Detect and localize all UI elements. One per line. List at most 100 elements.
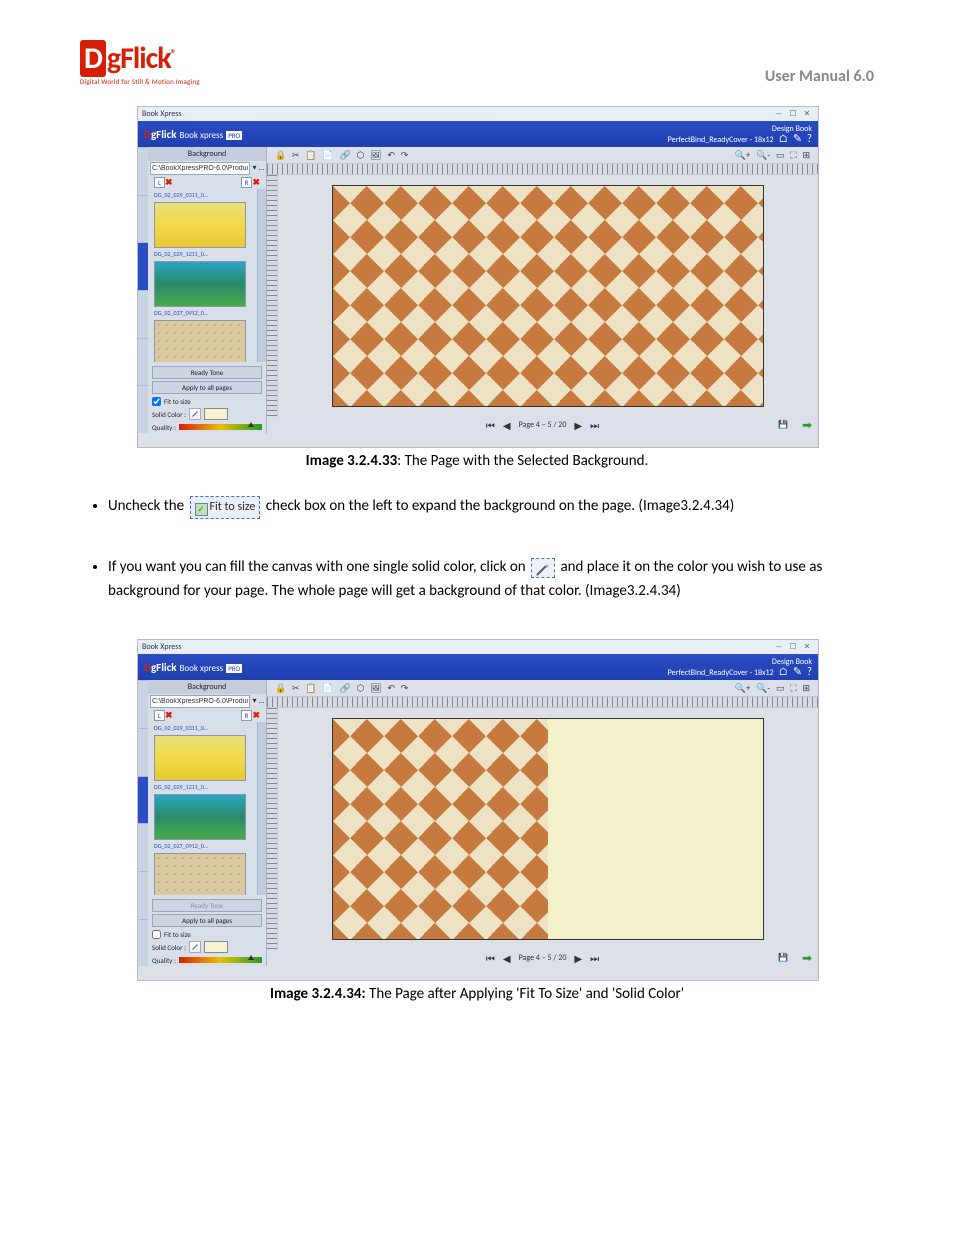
apply-all-button[interactable]: Apply to all pages bbox=[152, 381, 262, 394]
minimize-icon[interactable]: — bbox=[772, 642, 786, 652]
thumbnail-item[interactable] bbox=[154, 261, 246, 307]
canvas-area[interactable] bbox=[278, 708, 818, 950]
zoom-in-icon[interactable]: 🔍+ bbox=[735, 150, 751, 161]
left-page-chip[interactable]: L bbox=[154, 177, 165, 188]
tool-icon[interactable]: ✂ bbox=[292, 150, 300, 161]
redo-icon[interactable]: ↷ bbox=[401, 683, 409, 694]
zoom-out-icon[interactable]: 🔍- bbox=[756, 683, 770, 694]
zoom-out-icon[interactable]: 🔍- bbox=[756, 150, 770, 161]
apply-all-button[interactable]: Apply to all pages bbox=[152, 914, 262, 927]
window-controls[interactable]: —☐✕ bbox=[772, 642, 814, 652]
tool-icon[interactable]: ⬡ bbox=[356, 150, 364, 161]
tab-layout[interactable] bbox=[138, 680, 148, 728]
thumbnail-item[interactable] bbox=[154, 794, 246, 840]
fit-to-size-checkbox[interactable] bbox=[152, 930, 161, 939]
tab-title[interactable] bbox=[138, 385, 148, 433]
fit-to-size-checkbox[interactable] bbox=[152, 397, 161, 406]
close-icon[interactable]: ✕ bbox=[800, 109, 814, 119]
tool-icon[interactable]: 🔒 bbox=[275, 683, 286, 694]
color-swatch[interactable] bbox=[204, 941, 228, 953]
next-page-icon[interactable]: ▶ bbox=[574, 952, 582, 965]
path-input[interactable] bbox=[150, 162, 250, 175]
thumbnail-item[interactable] bbox=[154, 202, 246, 248]
tool-icon[interactable]: 📄 bbox=[322, 683, 333, 694]
thumbnail-item[interactable] bbox=[154, 320, 246, 362]
ready-tone-button[interactable]: Ready Tone bbox=[152, 899, 262, 912]
clear-right-icon[interactable]: ✖ bbox=[252, 710, 260, 721]
thumbnail-item[interactable] bbox=[154, 735, 246, 781]
home-icon[interactable]: ⌂ bbox=[778, 132, 788, 145]
clear-left-icon[interactable]: ✖ bbox=[165, 710, 173, 721]
last-page-icon[interactable]: ⏭ bbox=[590, 419, 599, 432]
tab-layout[interactable] bbox=[138, 147, 148, 195]
tab-background[interactable] bbox=[138, 242, 148, 290]
thumbnail-item[interactable] bbox=[154, 853, 246, 895]
last-page-icon[interactable]: ⏭ bbox=[590, 952, 599, 965]
left-page-chip[interactable]: L bbox=[154, 710, 165, 721]
tool-icon[interactable]: ⬡ bbox=[356, 683, 364, 694]
clear-right-icon[interactable]: ✖ bbox=[252, 177, 260, 188]
tool-icon[interactable]: 📄 bbox=[322, 150, 333, 161]
maximize-icon[interactable]: ☐ bbox=[786, 642, 800, 652]
tab-title[interactable] bbox=[138, 919, 148, 967]
tool-icon[interactable]: 🔒 bbox=[275, 150, 286, 161]
expand-icon[interactable]: ⛶ bbox=[790, 683, 796, 694]
fit-icon[interactable]: ▭ bbox=[776, 683, 785, 694]
quality-slider[interactable] bbox=[179, 957, 262, 963]
close-icon[interactable]: ✕ bbox=[800, 642, 814, 652]
color-picker-icon[interactable] bbox=[189, 941, 201, 953]
tool-icon[interactable]: 🔗 bbox=[339, 150, 350, 161]
home-icon[interactable]: ⌂ bbox=[778, 665, 788, 678]
tab-border[interactable] bbox=[138, 871, 148, 919]
tool-icon[interactable]: 🖼 bbox=[370, 683, 381, 694]
quality-slider[interactable] bbox=[179, 424, 262, 430]
tool-icon[interactable]: 🔗 bbox=[339, 683, 350, 694]
tab-border[interactable] bbox=[138, 338, 148, 386]
browse-icon[interactable]: … bbox=[258, 696, 264, 706]
tab-background[interactable] bbox=[138, 776, 148, 824]
grid-icon[interactable]: ⊞ bbox=[802, 150, 810, 161]
scrollbar[interactable] bbox=[257, 189, 266, 362]
proceed-arrow-icon[interactable]: ➡ bbox=[802, 418, 812, 433]
tab-clipart[interactable] bbox=[138, 290, 148, 338]
tab-photo[interactable] bbox=[138, 728, 148, 776]
help-icon[interactable]: ? bbox=[807, 132, 812, 145]
tab-photo[interactable] bbox=[138, 195, 148, 243]
tool-icon[interactable]: ✂ bbox=[292, 683, 300, 694]
save-icon[interactable]: 💾 bbox=[778, 420, 788, 430]
fit-icon[interactable]: ▭ bbox=[776, 150, 785, 161]
color-picker-icon[interactable] bbox=[189, 408, 201, 420]
tool-icon[interactable]: 📋 bbox=[305, 150, 316, 161]
dropdown-icon[interactable]: ▾ bbox=[252, 696, 256, 706]
save-icon[interactable]: 💾 bbox=[778, 953, 788, 963]
prev-page-icon[interactable]: ◀ bbox=[503, 952, 511, 965]
dropdown-icon[interactable]: ▾ bbox=[252, 163, 256, 173]
color-swatch[interactable] bbox=[204, 408, 228, 420]
browse-icon[interactable]: … bbox=[258, 163, 264, 173]
side-tabs[interactable] bbox=[138, 147, 148, 433]
path-input[interactable] bbox=[150, 695, 250, 708]
window-controls[interactable]: —☐✕ bbox=[772, 109, 814, 119]
right-page-chip[interactable]: R bbox=[241, 177, 253, 188]
tool-icon[interactable]: ✎ bbox=[793, 132, 802, 145]
tool-icon[interactable]: 🖼 bbox=[370, 150, 381, 161]
grid-icon[interactable]: ⊞ bbox=[802, 683, 810, 694]
minimize-icon[interactable]: — bbox=[772, 109, 786, 119]
help-icon[interactable]: ? bbox=[807, 665, 812, 678]
tool-icon[interactable]: 📋 bbox=[305, 683, 316, 694]
ready-tone-button[interactable]: Ready Tone bbox=[152, 366, 262, 379]
right-page-chip[interactable]: R bbox=[241, 710, 253, 721]
tool-icon[interactable]: ✎ bbox=[793, 665, 802, 678]
maximize-icon[interactable]: ☐ bbox=[786, 109, 800, 119]
first-page-icon[interactable]: ⏮ bbox=[486, 419, 495, 432]
undo-icon[interactable]: ↶ bbox=[387, 683, 395, 694]
zoom-in-icon[interactable]: 🔍+ bbox=[735, 683, 751, 694]
expand-icon[interactable]: ⛶ bbox=[790, 150, 796, 161]
tab-clipart[interactable] bbox=[138, 823, 148, 871]
clear-left-icon[interactable]: ✖ bbox=[165, 177, 173, 188]
redo-icon[interactable]: ↷ bbox=[401, 150, 409, 161]
proceed-arrow-icon[interactable]: ➡ bbox=[802, 951, 812, 966]
next-page-icon[interactable]: ▶ bbox=[574, 419, 582, 432]
scrollbar[interactable] bbox=[257, 722, 266, 895]
side-tabs[interactable] bbox=[138, 680, 148, 966]
